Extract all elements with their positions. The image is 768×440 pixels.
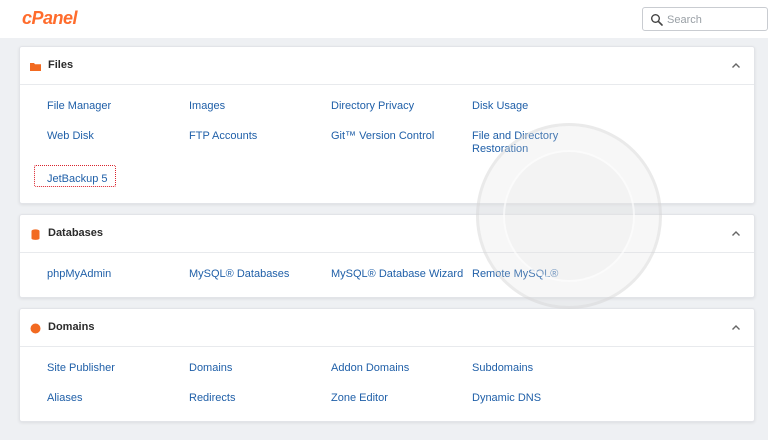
phpmyadmin-link[interactable]: phpMyAdmin bbox=[47, 268, 111, 281]
zone-editor-link[interactable]: Zone Editor bbox=[331, 392, 388, 405]
dynamic-dns-link[interactable]: Dynamic DNS bbox=[472, 392, 541, 405]
mysql-databases-link[interactable]: MySQL® Databases bbox=[189, 268, 289, 281]
remote-mysql-link[interactable]: Remote MySQL® bbox=[472, 268, 558, 281]
top-bar: cPanel bbox=[0, 0, 768, 38]
jetbackup-5-link[interactable]: JetBackup 5 bbox=[47, 173, 108, 186]
disk-usage-link[interactable]: Disk Usage bbox=[472, 100, 528, 113]
search-icon bbox=[651, 14, 663, 26]
domains-link[interactable]: Domains bbox=[189, 362, 232, 375]
domains-section-header[interactable]: Domains bbox=[20, 309, 754, 347]
file-directory-restoration-link[interactable]: File and Directory Restoration bbox=[472, 130, 582, 156]
domains-section: Domains Site Publisher Domains Addon Dom… bbox=[19, 308, 755, 422]
databases-section: Databases phpMyAdmin MySQL® Databases My… bbox=[19, 214, 755, 298]
site-publisher-link[interactable]: Site Publisher bbox=[47, 362, 115, 375]
search-input[interactable] bbox=[667, 11, 763, 28]
git-version-control-link[interactable]: Git™ Version Control bbox=[331, 130, 434, 143]
directory-privacy-link[interactable]: Directory Privacy bbox=[331, 100, 414, 113]
globe-icon bbox=[30, 323, 41, 334]
database-icon bbox=[31, 229, 40, 240]
web-disk-link[interactable]: Web Disk bbox=[47, 130, 94, 143]
images-link[interactable]: Images bbox=[189, 100, 225, 113]
domains-section-title: Domains bbox=[48, 321, 95, 333]
search-box[interactable] bbox=[642, 7, 768, 31]
databases-section-header[interactable]: Databases bbox=[20, 215, 754, 253]
files-section: Files File Manager Images Directory Priv… bbox=[19, 46, 755, 204]
folder-icon bbox=[30, 63, 41, 71]
chevron-up-icon[interactable] bbox=[730, 60, 742, 72]
subdomains-link[interactable]: Subdomains bbox=[472, 362, 533, 375]
files-section-header[interactable]: Files bbox=[20, 47, 754, 85]
chevron-up-icon[interactable] bbox=[730, 228, 742, 240]
file-manager-link[interactable]: File Manager bbox=[47, 100, 111, 113]
chevron-up-icon[interactable] bbox=[730, 322, 742, 334]
databases-section-title: Databases bbox=[48, 227, 104, 239]
aliases-link[interactable]: Aliases bbox=[47, 392, 82, 405]
cpanel-logo[interactable]: cPanel bbox=[22, 8, 78, 29]
mysql-database-wizard-link[interactable]: MySQL® Database Wizard bbox=[331, 268, 463, 281]
ftp-accounts-link[interactable]: FTP Accounts bbox=[189, 130, 257, 143]
files-section-title: Files bbox=[48, 59, 74, 71]
redirects-link[interactable]: Redirects bbox=[189, 392, 235, 405]
addon-domains-link[interactable]: Addon Domains bbox=[331, 362, 409, 375]
